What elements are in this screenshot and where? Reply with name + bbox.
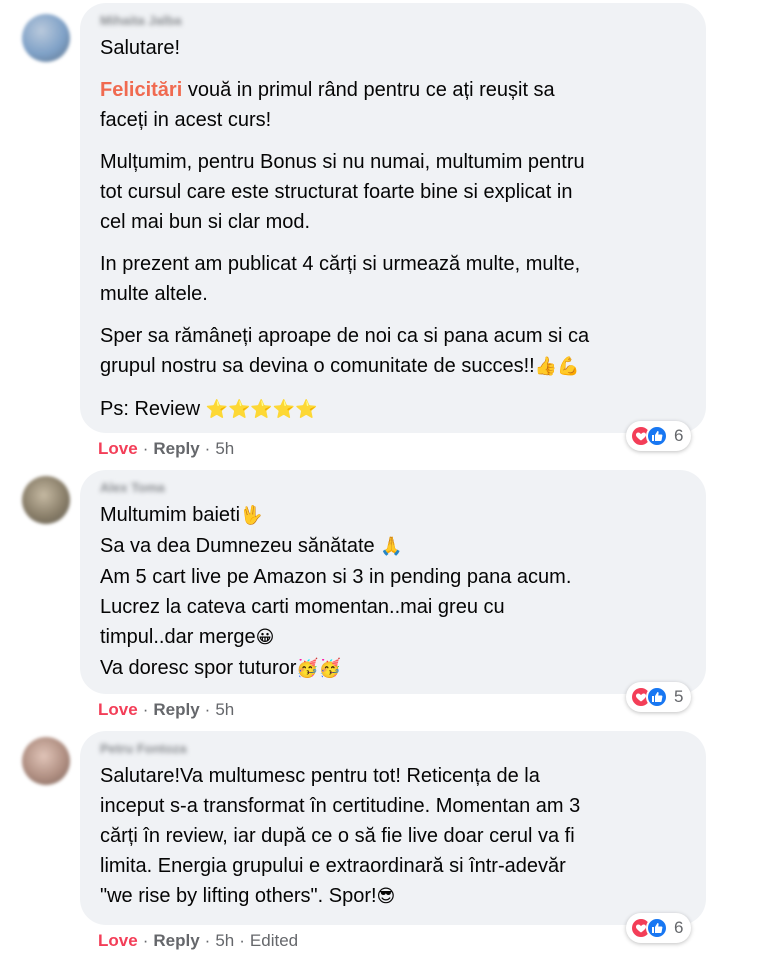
comment-text: Va doresc spor tuturor🥳🥳	[100, 657, 342, 679]
love-button[interactable]: Love	[98, 439, 138, 458]
comment-actions: Love · Reply · 5h · Edited	[98, 931, 299, 950]
like-reaction-icon	[646, 425, 668, 447]
avatar[interactable]	[22, 476, 70, 524]
party-face-emoji: 🥳🥳	[296, 658, 342, 679]
reaction-count: 6	[674, 426, 684, 445]
timestamp[interactable]: 5h	[215, 931, 234, 950]
praying-hands-emoji: 🙏	[380, 536, 403, 557]
comment-text: Am 5 cart live pe Amazon si 3 in pending…	[100, 566, 572, 588]
comment-text: Ps: Review ⭐⭐⭐⭐⭐	[100, 398, 318, 420]
reply-button[interactable]: Reply	[153, 700, 199, 719]
author-name[interactable]: Petru Fontoza	[100, 739, 688, 759]
love-button[interactable]: Love	[98, 700, 138, 719]
comment-text: Lucrez la cateva carti momentan..mai gre…	[100, 596, 505, 648]
like-reaction-icon	[646, 917, 668, 939]
stars-emoji: ⭐⭐⭐⭐⭐	[205, 399, 318, 420]
comment-bubble: Alex Toma Multumim baieti🖖 Sa va dea Dum…	[80, 470, 706, 694]
timestamp[interactable]: 5h	[215, 700, 234, 719]
comment-text: Felicitări vouă in primul rând pentru ce…	[100, 79, 555, 131]
timestamp[interactable]: 5h	[215, 439, 234, 458]
like-reaction-icon	[646, 686, 668, 708]
author-name[interactable]: Alex Toma	[100, 478, 688, 498]
avatar[interactable]	[22, 737, 70, 785]
comment-text: Sper sa rămâneți aproape de noi ca si pa…	[100, 325, 590, 377]
author-name[interactable]: Mihaita Jalba	[100, 11, 688, 31]
vulcan-salute-emoji: 🖖	[240, 505, 263, 526]
comment-text: Salutare!Va multumesc pentru tot! Retice…	[100, 765, 581, 907]
comment-actions: Love · Reply · 5h	[98, 700, 235, 719]
comment-text: Multumim baieti🖖	[100, 504, 263, 526]
highlighted-word: Felicitări	[100, 79, 183, 101]
reaction-summary[interactable]: 5	[626, 682, 692, 712]
reaction-summary[interactable]: 6	[626, 913, 692, 943]
avatar[interactable]	[22, 14, 70, 62]
reply-button[interactable]: Reply	[153, 439, 199, 458]
reaction-count: 6	[674, 918, 684, 937]
love-button[interactable]: Love	[98, 931, 138, 950]
comment-text: Mulțumim, pentru Bonus si nu numai, mult…	[100, 151, 585, 233]
sunglasses-face-emoji: 😎	[376, 886, 396, 907]
comment-bubble: Petru Fontoza Salutare!Va multumesc pent…	[80, 731, 706, 925]
thumbs-up-muscle-emoji: 👍💪	[534, 356, 580, 377]
grinning-face-emoji: 😀	[255, 627, 275, 648]
comment-text: Salutare!	[100, 37, 181, 59]
comment-bubble: Mihaita Jalba Salutare! Felicitări vouă …	[80, 3, 706, 433]
reply-button[interactable]: Reply	[153, 931, 199, 950]
comment-text: In prezent am publicat 4 cărți si urmeaz…	[100, 253, 581, 305]
comment-text: Sa va dea Dumnezeu sănătate 🙏	[100, 535, 403, 557]
reaction-summary[interactable]: 6	[626, 421, 692, 451]
edited-label[interactable]: Edited	[250, 931, 298, 950]
comment-actions: Love · Reply · 5h	[98, 439, 235, 458]
reaction-count: 5	[674, 687, 684, 706]
